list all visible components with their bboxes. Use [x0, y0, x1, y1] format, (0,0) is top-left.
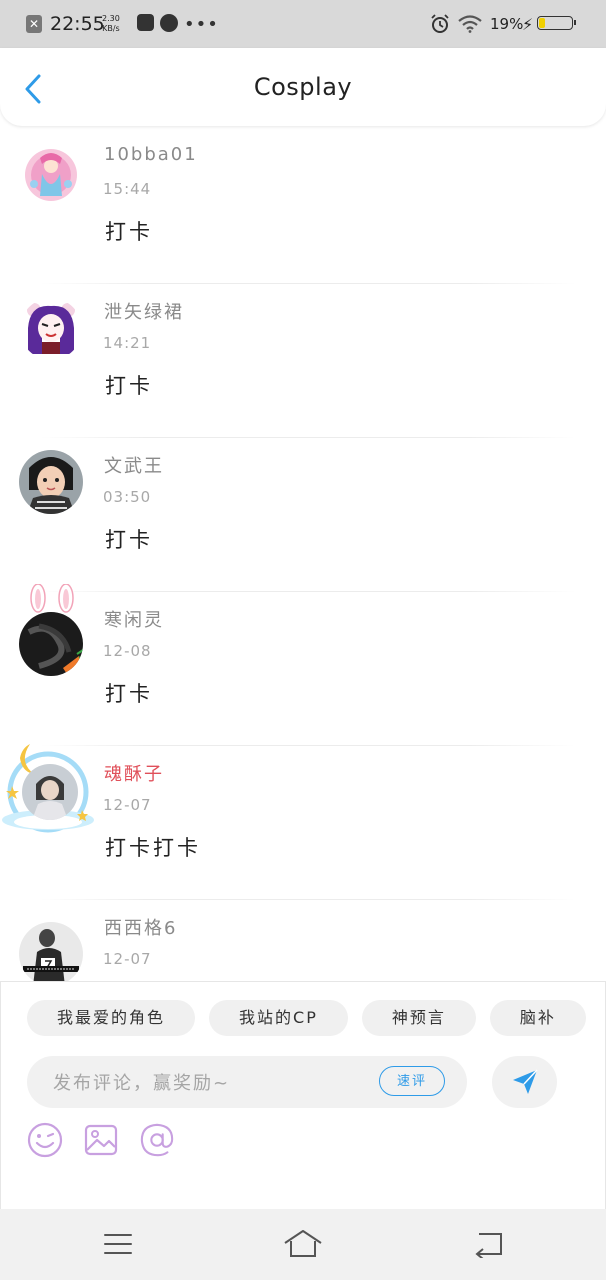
quick-comment-button[interactable]: 速评 — [379, 1066, 445, 1096]
comment-item[interactable]: 泄矢绿裙 14:21 打卡 — [0, 284, 606, 438]
wifi-icon — [458, 0, 482, 48]
comment-text: 打卡 — [105, 374, 153, 398]
comment-item[interactable]: 西西格6 12-07 — [0, 900, 606, 982]
comment-time: 03:50 — [103, 488, 152, 506]
comment-text: 打卡 — [105, 682, 153, 706]
topic-chip[interactable]: 神预言 — [361, 1000, 476, 1036]
page-header: Cosplay — [0, 48, 606, 126]
avatar[interactable] — [19, 612, 83, 676]
avatar[interactable] — [22, 764, 78, 820]
comment-text: 打卡 — [105, 528, 153, 552]
topic-chip[interactable]: 我最爱的角色 — [27, 1000, 196, 1036]
send-button[interactable] — [492, 1056, 557, 1108]
at-mention-icon — [140, 1123, 174, 1157]
comment-item[interactable]: 10bba01 15:44 打卡 — [0, 130, 606, 284]
back-arrow-icon — [475, 1233, 502, 1258]
comment-text: 打卡 — [105, 220, 153, 244]
system-nav-bar — [0, 1209, 606, 1280]
emoji-button[interactable] — [27, 1122, 63, 1158]
status-bar: ✕ 22:55 2.30 KB/s ••• 19% ⚡ — [0, 0, 606, 48]
comment-time: 12-07 — [103, 796, 152, 814]
app-notification-icon — [137, 14, 154, 31]
comment-username[interactable]: 文武王 — [104, 452, 164, 478]
comment-time: 12-07 — [103, 950, 152, 968]
topic-chips: 我最爱的角色 我站的CP 神预言 脑补 — [27, 1000, 600, 1036]
send-icon — [512, 1069, 538, 1094]
topic-chip[interactable]: 我站的CP — [209, 1000, 348, 1036]
network-speed-value: 2.30 — [102, 14, 120, 23]
status-time: 22:55 — [50, 13, 105, 35]
comment-time: 14:21 — [103, 334, 152, 352]
comment-username[interactable]: 10bba01 — [104, 144, 198, 165]
comment-list[interactable]: 10bba01 15:44 打卡 泄矢绿裙 14:21 打卡 文武王 03:50… — [0, 130, 606, 982]
avatar[interactable] — [20, 144, 82, 206]
charging-icon: ⚡ — [522, 14, 534, 34]
comment-username[interactable]: 西西格6 — [104, 914, 177, 940]
avatar[interactable] — [20, 298, 82, 360]
alarm-icon — [430, 0, 450, 48]
more-notifications-icon: ••• — [184, 13, 219, 35]
back-nav-button[interactable] — [468, 1227, 508, 1261]
battery-icon — [537, 16, 576, 30]
avatar[interactable] — [19, 922, 83, 982]
mention-button[interactable] — [139, 1122, 175, 1158]
network-speed: 2.30 KB/s — [102, 0, 120, 48]
avatar[interactable] — [19, 450, 83, 514]
comment-input[interactable] — [51, 1056, 375, 1110]
app-notification-icon — [160, 14, 178, 32]
comment-username[interactable]: 魂酥子 — [104, 760, 164, 786]
battery-percent: 19% — [490, 15, 524, 33]
notification-close-icon: ✕ — [26, 15, 42, 33]
menu-icon — [104, 1234, 132, 1254]
comment-username[interactable]: 寒闲灵 — [104, 606, 164, 632]
comment-input-box[interactable]: 速评 — [27, 1056, 467, 1110]
composer-tools — [27, 1122, 175, 1158]
menu-button[interactable] — [98, 1227, 138, 1261]
comment-item[interactable]: 文武王 03:50 打卡 — [0, 438, 606, 592]
image-button[interactable] — [83, 1122, 119, 1158]
home-button[interactable] — [283, 1227, 323, 1261]
network-speed-unit: KB/s — [102, 24, 120, 33]
comment-time: 15:44 — [103, 180, 152, 198]
comment-time: 12-08 — [103, 642, 152, 660]
topic-chip[interactable]: 脑补 — [489, 1000, 586, 1036]
comment-composer: 我最爱的角色我站的CP 神预言脑补 速评 — [0, 981, 606, 1209]
home-icon — [284, 1230, 322, 1257]
comment-item[interactable]: 寒闲灵 12-08 打卡 — [0, 583, 606, 746]
comment-username[interactable]: 泄矢绿裙 — [104, 298, 184, 324]
avatar-frame-bunny-ears-icon — [22, 583, 82, 614]
emoji-icon — [27, 1122, 63, 1158]
comment-item[interactable]: 魂酥子 12-07 打卡打卡 — [0, 744, 606, 900]
page-title: Cosplay — [253, 73, 353, 101]
comment-text: 打卡打卡 — [105, 836, 201, 860]
image-icon — [84, 1124, 118, 1156]
